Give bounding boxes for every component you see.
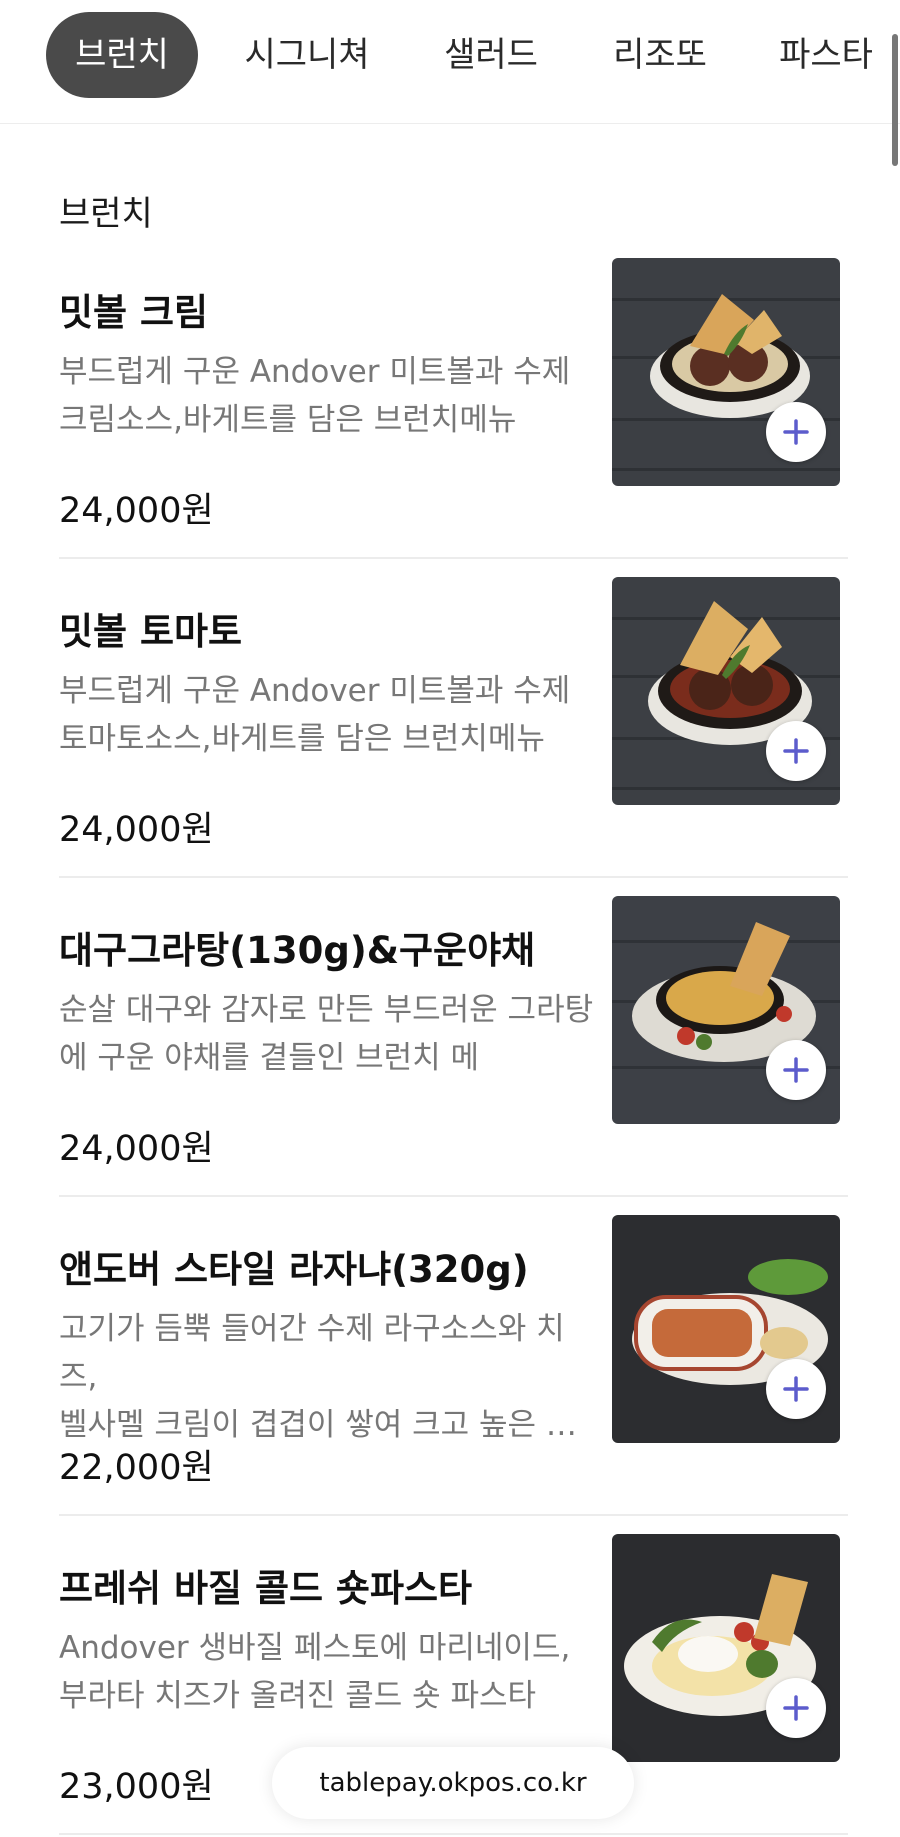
item-description: 고기가 듬뿍 들어간 수제 라구소스와 치즈, 벨사멜 크림이 겹겹이 쌓여 크… <box>59 1311 577 1443</box>
divider <box>59 1514 848 1516</box>
plus-icon <box>783 738 809 764</box>
tab-risotto[interactable]: 리조또 <box>598 12 722 98</box>
add-to-cart-button[interactable] <box>766 1359 826 1419</box>
add-to-cart-button[interactable] <box>766 402 826 462</box>
url-bar[interactable]: tablepay.okpos.co.kr <box>272 1747 634 1819</box>
tab-pasta[interactable]: 파스타 <box>762 12 890 98</box>
item-name: 프레쉬 바질 콜드 숏파스타 <box>59 1567 473 1610</box>
item-description: 부드럽게 구운 Andover 미트볼과 수제 토마토소스,바게트를 담은 브런… <box>59 673 571 757</box>
plus-icon <box>783 1057 809 1083</box>
item-price: 23,000원 <box>59 1767 214 1807</box>
item-price: 24,000원 <box>59 491 214 531</box>
item-description: Andover 생바질 페스토에 마리네이드, 부라타 치즈가 올려진 콜드 숏… <box>59 1630 571 1714</box>
menu-item[interactable]: 대구그라탕(130g)&구운야채 순살 대구와 감자로 만든 부드러운 그라탕 … <box>59 896 848 1238</box>
divider <box>59 1195 848 1197</box>
item-name: 앤도버 스타일 라자냐(320g) <box>59 1248 529 1291</box>
category-tab-bar: 브런치 시그니쳐 샐러드 리조또 파스타 <box>0 0 900 166</box>
menu-item[interactable]: 밋볼 크림 부드럽게 구운 Andover 미트볼과 수제 크림소스,바게트를 … <box>59 258 848 600</box>
item-price: 24,000원 <box>59 810 214 850</box>
add-to-cart-button[interactable] <box>766 1678 826 1738</box>
plus-icon <box>783 419 809 445</box>
item-name: 대구그라탕(130g)&구운야채 <box>59 929 536 972</box>
item-description: 부드럽게 구운 Andover 미트볼과 수제 크림소스,바게트를 담은 브런치… <box>59 354 571 438</box>
divider <box>59 557 848 559</box>
item-price: 22,000원 <box>59 1448 214 1488</box>
item-name: 밋볼 크림 <box>59 291 209 334</box>
tab-signature[interactable]: 시그니쳐 <box>228 12 386 98</box>
plus-icon <box>783 1376 809 1402</box>
section-title: 브런치 <box>59 194 153 234</box>
menu-item[interactable]: 밋볼 토마토 부드럽게 구운 Andover 미트볼과 수제 토마토소스,바게트… <box>59 577 848 919</box>
divider <box>59 1833 848 1835</box>
tab-brunch[interactable]: 브런치 <box>46 12 198 98</box>
item-description: 순살 대구와 감자로 만든 부드러운 그라탕 에 구운 야채를 곁들인 브런치 … <box>59 992 594 1076</box>
plus-icon <box>783 1695 809 1721</box>
item-name: 밋볼 토마토 <box>59 610 243 653</box>
item-price: 24,000원 <box>59 1129 214 1169</box>
add-to-cart-button[interactable] <box>766 1040 826 1100</box>
tab-salad[interactable]: 샐러드 <box>426 12 556 98</box>
menu-item[interactable]: 앤도버 스타일 라자냐(320g) 고기가 듬뿍 들어간 수제 라구소스와 치즈… <box>59 1215 848 1557</box>
divider <box>59 876 848 878</box>
add-to-cart-button[interactable] <box>766 721 826 781</box>
scrollbar[interactable] <box>892 34 898 166</box>
